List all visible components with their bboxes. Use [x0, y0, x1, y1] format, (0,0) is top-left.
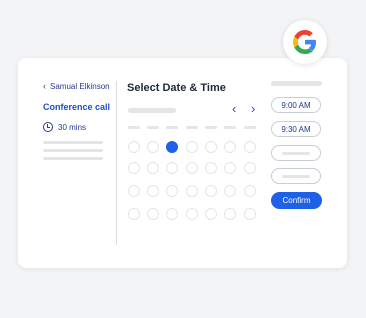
calendar-day[interactable] [186, 141, 198, 153]
calendar-day[interactable] [186, 162, 198, 174]
google-badge [283, 20, 327, 64]
calendar-day[interactable] [244, 185, 256, 197]
weekday-label-placeholder [128, 126, 140, 129]
month-placeholder [128, 108, 176, 113]
calendar-day[interactable] [244, 141, 256, 153]
time-slot-900[interactable]: 9:00 AM [271, 97, 321, 113]
calendar-day[interactable] [128, 208, 140, 220]
time-slot-930[interactable]: 9:30 AM [271, 121, 321, 137]
calendar-day[interactable] [186, 185, 198, 197]
description-placeholder-line [43, 149, 103, 152]
calendar-day[interactable] [166, 185, 178, 197]
host-name: Samual Elkinson [50, 82, 110, 91]
calendar-day[interactable] [128, 162, 140, 174]
google-logo-icon [293, 30, 317, 54]
calendar-title: Select Date & Time [127, 82, 226, 94]
prev-month-button[interactable]: ‹ [232, 102, 236, 115]
calendar-day[interactable] [224, 185, 236, 197]
calendar-day[interactable] [205, 162, 217, 174]
slot-placeholder-line [282, 174, 310, 178]
calendar-day[interactable] [128, 141, 140, 153]
back-link[interactable]: ‹ Samual Elkinson [43, 81, 110, 92]
slot-placeholder-line [282, 151, 310, 155]
chevron-left-icon: ‹ [43, 81, 46, 91]
event-duration: 30 mins [43, 122, 86, 132]
weekday-label-placeholder [147, 126, 159, 129]
calendar-day[interactable] [147, 208, 159, 220]
weekday-label-placeholder [166, 126, 178, 129]
calendar-day[interactable] [224, 141, 236, 153]
calendar-day[interactable] [244, 208, 256, 220]
calendar-day[interactable] [224, 162, 236, 174]
time-slot-placeholder[interactable] [271, 145, 321, 161]
calendar-day[interactable] [147, 185, 159, 197]
clock-icon [43, 122, 53, 132]
next-month-button[interactable]: › [251, 102, 255, 115]
calendar-day-selected[interactable] [166, 141, 178, 153]
weekday-label-placeholder [224, 126, 236, 129]
duration-label: 30 mins [58, 122, 87, 132]
calendar-day[interactable] [166, 162, 178, 174]
calendar-day[interactable] [205, 141, 217, 153]
calendar-day[interactable] [186, 208, 198, 220]
weekday-label-placeholder [244, 126, 256, 129]
calendar-day[interactable] [244, 162, 256, 174]
description-placeholder-line [43, 157, 103, 160]
weekday-label-placeholder [186, 126, 198, 129]
calendar-day[interactable] [205, 208, 217, 220]
calendar-day[interactable] [205, 185, 217, 197]
description-placeholder-line [43, 141, 103, 144]
panel-divider [116, 81, 117, 245]
weekday-label-placeholder [205, 126, 217, 129]
scheduler-card: ‹ Samual Elkinson Conference call 30 min… [18, 58, 347, 268]
event-title: Conference call [43, 102, 111, 112]
calendar-day[interactable] [147, 162, 159, 174]
calendar-day[interactable] [128, 185, 140, 197]
slots-header-placeholder [271, 81, 322, 86]
calendar-day[interactable] [147, 141, 159, 153]
time-slot-label: 9:30 AM [281, 124, 311, 134]
time-slot-label: 9:00 AM [281, 100, 311, 110]
calendar-day[interactable] [166, 208, 178, 220]
confirm-button[interactable]: Confirm [271, 192, 322, 209]
calendar-day[interactable] [224, 208, 236, 220]
time-slot-placeholder[interactable] [271, 168, 321, 184]
